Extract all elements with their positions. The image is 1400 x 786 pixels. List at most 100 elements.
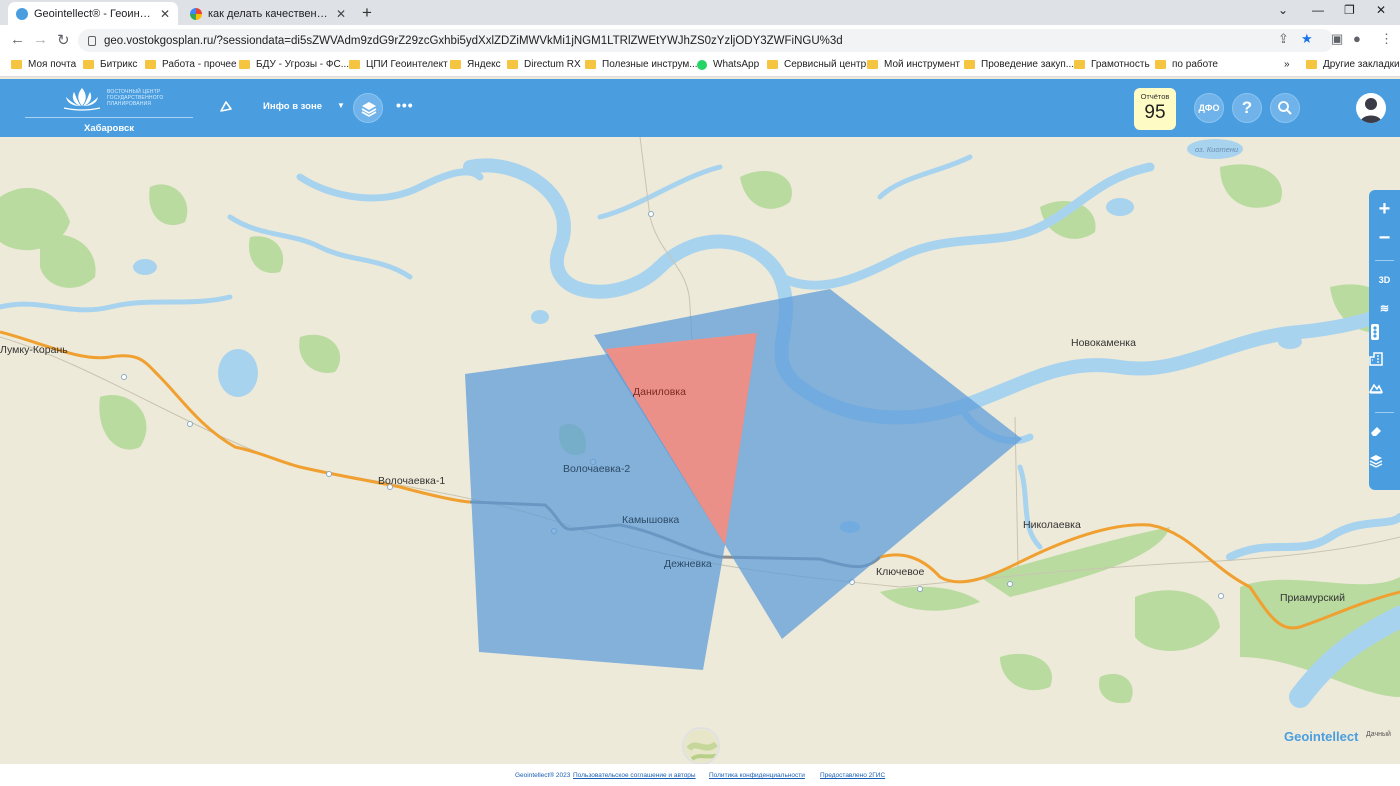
zoom-out-button[interactable]: − <box>1369 226 1400 250</box>
user-avatar-icon <box>1360 98 1382 123</box>
map-attribution-small: Дачный <box>1366 731 1391 738</box>
draw-polygon-icon[interactable] <box>218 99 234 115</box>
logo-divider <box>25 117 193 118</box>
terrain-button[interactable] <box>1369 380 1400 404</box>
place-label: Даниловка <box>633 386 686 398</box>
url-field[interactable]: geo.vostokgosplan.ru/?sessiondata=di5sZW… <box>78 29 1334 52</box>
zoom-in-button[interactable]: + <box>1369 197 1400 221</box>
bookmark-item[interactable]: Работа - прочее <box>145 59 237 70</box>
bookmark-item[interactable]: БДУ - Угрозы - ФС... <box>239 59 349 70</box>
city-name[interactable]: Хабаровск <box>25 123 193 134</box>
map-view[interactable]: Лумку-Корань Волочаевка-1 Волочаевка-2 Д… <box>0 137 1400 764</box>
forward-icon[interactable]: → <box>33 31 48 48</box>
bookmark-item[interactable]: WhatsApp <box>697 59 759 70</box>
tab-search-chevron-icon[interactable]: ⌄ <box>1278 3 1288 17</box>
folder-icon <box>1306 60 1317 69</box>
place-label: Николаевка <box>1023 519 1081 531</box>
google-favicon-icon <box>190 7 202 20</box>
bookmark-label: Другие закладки <box>1323 59 1400 70</box>
folder-icon <box>964 60 975 69</box>
bookmark-item[interactable]: по работе <box>1155 59 1218 70</box>
more-menu-button[interactable]: ••• <box>396 97 414 113</box>
bookmark-item[interactable]: Мой инструмент <box>867 59 960 70</box>
bookmark-item[interactable]: Полезные инструм... <box>585 59 698 70</box>
2gis-link[interactable]: Предоставлено 2ГИС <box>820 772 885 779</box>
bookmark-label: Грамотность <box>1091 59 1150 70</box>
tab-title: как делать качественные снимк <box>208 7 332 20</box>
chevron-down-icon[interactable]: ▼ <box>337 101 345 110</box>
3d-label: 3D <box>1378 275 1391 285</box>
user-avatar[interactable] <box>1356 93 1386 123</box>
tab-google-search[interactable]: как делать качественные снимк ✕ <box>182 2 354 25</box>
tab-geointellect[interactable]: Geointellect® - Геоинформацио ✕ <box>8 2 178 25</box>
profile-icon[interactable]: ● <box>1353 31 1361 46</box>
bookmark-label: Битрикс <box>100 59 138 70</box>
toolbar-divider <box>1375 412 1394 413</box>
back-icon[interactable]: ← <box>10 31 25 48</box>
address-bar: ← → ↻ geo.vostokgosplan.ru/?sessiondata=… <box>0 25 1400 56</box>
3d-button[interactable]: 3D <box>1369 268 1400 292</box>
bookmark-item[interactable]: Directum RX <box>507 59 581 70</box>
bookmarks-overflow-button[interactable]: » <box>1284 59 1290 70</box>
search-icon <box>1278 101 1292 115</box>
place-label: Дежневка <box>664 558 712 570</box>
relief-button[interactable]: ≋ <box>1369 296 1400 320</box>
page-footer: Geointellect® 2023 Пользовательское согл… <box>0 764 1400 786</box>
bookmark-label: Моя почта <box>28 59 77 70</box>
close-tab-icon[interactable]: ✕ <box>160 7 170 21</box>
lock-icon <box>88 35 96 46</box>
zoom-out-label: − <box>1378 226 1391 249</box>
help-button[interactable]: ? <box>1232 93 1262 123</box>
close-tab-icon[interactable]: ✕ <box>336 7 346 21</box>
close-window-icon[interactable]: ✕ <box>1376 3 1386 17</box>
eraser-button[interactable] <box>1369 424 1400 448</box>
share-icon[interactable]: ⇪ <box>1278 31 1289 47</box>
bookmark-item[interactable]: Грамотность <box>1074 59 1150 70</box>
restore-icon[interactable]: ❐ <box>1344 3 1355 17</box>
map-canvas[interactable] <box>0 137 1400 764</box>
bookmark-item[interactable]: Моя почта <box>11 59 76 70</box>
folder-icon <box>867 60 878 69</box>
layers-icon <box>1369 455 1383 468</box>
privacy-link[interactable]: Политика конфиденциальности <box>709 772 805 779</box>
folder-icon <box>507 60 518 69</box>
bookmark-item[interactable]: Проведение закуп... <box>964 59 1074 70</box>
logo[interactable]: ВОСТОЧНЫЙ ЦЕНТР ГОСУДАРСТВЕННОГО ПЛАНИРО… <box>25 83 193 134</box>
place-label: Лумку-Корань <box>0 344 68 356</box>
browser-menu-icon[interactable]: ⋮ <box>1380 31 1393 47</box>
dfo-button[interactable]: ДФО <box>1194 93 1224 123</box>
bookmark-label: БДУ - Угрозы - ФС... <box>256 59 350 70</box>
map-layers-button[interactable] <box>1369 454 1400 478</box>
minimize-icon[interactable]: — <box>1312 3 1324 17</box>
app-header: ВОСТОЧНЫЙ ЦЕНТР ГОСУДАРСТВЕННОГО ПЛАНИРО… <box>0 79 1400 137</box>
basemap-switcher[interactable] <box>682 727 720 764</box>
reports-label: Отчётов <box>1140 92 1170 101</box>
terms-link[interactable]: Пользовательское соглашение и авторы <box>573 772 696 779</box>
layers-button[interactable] <box>353 93 383 123</box>
buildings-button[interactable] <box>1369 352 1400 376</box>
bookmark-star-icon[interactable]: ★ <box>1301 31 1313 47</box>
other-bookmarks[interactable]: Другие закладки <box>1306 59 1400 70</box>
new-tab-button[interactable]: + <box>362 3 372 23</box>
zone-info-dropdown[interactable]: Инфо в зоне <box>263 101 322 112</box>
place-label: Ключевое <box>876 566 925 578</box>
reports-counter[interactable]: Отчётов 95 <box>1134 88 1176 130</box>
whatsapp-icon <box>697 59 707 70</box>
satellite-preview-icon <box>684 729 718 763</box>
bookmark-item[interactable]: ЦПИ Геоинтелект <box>349 59 448 70</box>
lotus-logo-icon <box>63 88 101 111</box>
search-button[interactable] <box>1270 93 1300 123</box>
traffic-button[interactable] <box>1369 324 1400 348</box>
dfo-label: ДФО <box>1198 103 1220 113</box>
bookmark-item[interactable]: Сервисный центр <box>767 59 866 70</box>
logo-text: ВОСТОЧНЫЙ ЦЕНТР ГОСУДАРСТВЕННОГО ПЛАНИРО… <box>107 89 164 107</box>
side-panel-icon[interactable]: ▣ <box>1331 31 1343 47</box>
bookmark-item[interactable]: Яндекс <box>450 59 501 70</box>
reload-icon[interactable]: ↻ <box>57 31 70 49</box>
folder-icon <box>450 60 461 69</box>
map-toolbar: + − 3D ≋ <box>1369 190 1400 490</box>
folder-icon <box>145 60 156 69</box>
place-label: Волочаевка-2 <box>563 463 631 475</box>
bookmark-item[interactable]: Битрикс <box>83 59 137 70</box>
layers-icon <box>361 102 377 117</box>
